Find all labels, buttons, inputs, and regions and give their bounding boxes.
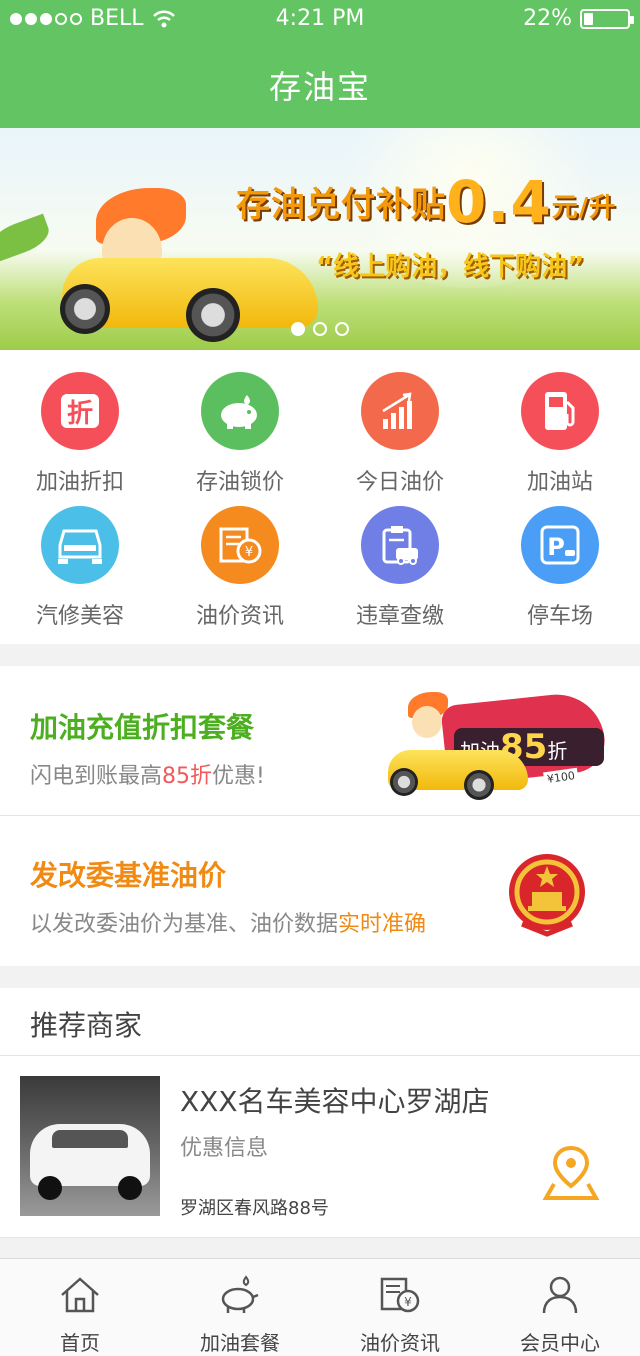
menu-item-car-care[interactable]: 汽修美容 — [0, 506, 160, 630]
bottom-tab-bar: 首页 加油套餐 ¥ 油价资讯 会员中心 — [0, 1258, 640, 1356]
shop-name: XXX名车美容中心罗湖店 — [180, 1085, 490, 1118]
pager-dot[interactable] — [291, 322, 305, 336]
promo-card-base-price[interactable]: 发改委基准油价 以发改委油价为基准、油价数据实时准确 — [0, 816, 640, 966]
promo-highlight: 实时准确 — [338, 912, 427, 937]
promo-banner[interactable]: 存油兑付补贴0.4元/升 “线上购油，线下购油” — [0, 128, 640, 350]
menu-item-violation[interactable]: 违章查缴 — [320, 506, 480, 630]
promo-subtitle-text: 优惠! — [212, 764, 265, 789]
banner-slogan: “线上购油，线下购油” — [316, 252, 585, 282]
recommend-section-header: 推荐商家 — [0, 988, 640, 1056]
banner-headline-text: 存油兑付补贴 — [236, 185, 446, 225]
status-bar: BELL 4:21 PM 22% — [0, 6, 640, 34]
promo-subtitle-text: 闪电到账最高 — [30, 764, 163, 789]
news-coin-icon: ¥ — [201, 506, 279, 584]
tab-oil-news[interactable]: ¥ 油价资讯 — [320, 1259, 480, 1356]
page-title: 存油宝 — [268, 68, 371, 106]
svg-text:折: 折 — [67, 399, 93, 429]
discount-badge-illustration: 加油85折 ¥100 — [384, 684, 614, 808]
carousel-pager[interactable] — [0, 322, 640, 336]
section-title: 推荐商家 — [30, 1009, 143, 1042]
shop-list-item[interactable]: XXX名车美容中心罗湖店 优惠信息 罗湖区春风路88号 — [0, 1056, 640, 1238]
promo-subtitle-text: 以发改委油价为基准、油价数据 — [30, 912, 339, 937]
menu-item-label: 违章查缴 — [355, 604, 444, 629]
menu-item-fuel-discount[interactable]: 折 加油折扣 — [0, 372, 160, 496]
shop-promo: 优惠信息 — [180, 1136, 269, 1161]
menu-item-store-oil[interactable]: 存油锁价 — [160, 372, 320, 496]
menu-item-label: 油价资讯 — [195, 604, 284, 629]
piggy-bank-icon — [221, 1275, 259, 1313]
menu-item-label: 存油锁价 — [195, 470, 284, 495]
menu-item-oil-news[interactable]: ¥ 油价资讯 — [160, 506, 320, 630]
fuel-pump-icon — [521, 372, 599, 450]
menu-item-label: 加油折扣 — [35, 470, 124, 495]
shop-address: 罗湖区春风路88号 — [180, 1198, 329, 1219]
menu-item-today-price[interactable]: 今日油价 — [320, 372, 480, 496]
promo-subtitle: 闪电到账最高85折优惠! — [30, 758, 265, 790]
clipboard-car-icon — [361, 506, 439, 584]
tab-label: 油价资讯 — [360, 1331, 440, 1355]
banner-amount: 0.4 — [446, 168, 552, 236]
banner-unit: 元/升 — [551, 193, 617, 223]
tab-label: 首页 — [60, 1331, 100, 1355]
car-wash-icon — [41, 506, 119, 584]
tab-member-center[interactable]: 会员中心 — [480, 1259, 640, 1356]
app-header: BELL 4:21 PM 22% 存油宝 — [0, 0, 640, 128]
menu-item-label: 加油站 — [526, 470, 593, 495]
tab-label: 加油套餐 — [200, 1331, 280, 1355]
user-icon — [542, 1276, 578, 1314]
piggy-bank-icon — [201, 372, 279, 450]
feature-menu: 折 加油折扣 存油锁价 今日油价 加油站 汽修美容 ¥ 油价资讯 违章查缴 P … — [0, 350, 640, 644]
banner-headline: 存油兑付补贴0.4元/升 — [236, 168, 616, 236]
map-pin-icon[interactable] — [542, 1144, 600, 1200]
discount-icon: 折 — [41, 372, 119, 450]
price-trend-icon — [361, 372, 439, 450]
promo-highlight: 85折 — [162, 764, 213, 789]
badge-suffix: 折 — [547, 739, 568, 763]
pager-dot[interactable] — [335, 322, 349, 336]
svg-text:P: P — [547, 533, 565, 561]
battery-percent: 22% — [523, 6, 572, 31]
battery-icon — [580, 8, 634, 29]
promo-subtitle: 以发改委油价为基准、油价数据实时准确 — [30, 906, 426, 938]
menu-item-parking[interactable]: P 停车场 — [480, 506, 640, 630]
pager-dot[interactable] — [313, 322, 327, 336]
parking-icon: P — [521, 506, 599, 584]
promo-title: 发改委基准油价 — [30, 859, 227, 892]
home-icon — [61, 1277, 99, 1313]
menu-item-label: 今日油价 — [355, 470, 444, 495]
promo-title: 加油充值折扣套餐 — [30, 711, 255, 744]
menu-item-label: 停车场 — [526, 604, 593, 629]
tab-home[interactable]: 首页 — [0, 1259, 160, 1356]
promo-card-recharge[interactable]: 加油充值折扣套餐 闪电到账最高85折优惠! 加油85折 ¥100 — [0, 666, 640, 816]
shop-thumbnail — [20, 1076, 160, 1216]
coupon-label: ¥100 — [543, 767, 579, 788]
national-emblem-icon — [506, 852, 588, 938]
tab-label: 会员中心 — [520, 1331, 600, 1355]
svg-text:¥: ¥ — [404, 1295, 412, 1309]
news-coin-icon: ¥ — [380, 1277, 420, 1313]
menu-item-label: 汽修美容 — [35, 604, 124, 629]
leaf-decoration — [0, 213, 54, 263]
tab-fuel-package[interactable]: 加油套餐 — [160, 1259, 320, 1356]
menu-item-gas-station[interactable]: 加油站 — [480, 372, 640, 496]
svg-text:¥: ¥ — [245, 545, 253, 560]
